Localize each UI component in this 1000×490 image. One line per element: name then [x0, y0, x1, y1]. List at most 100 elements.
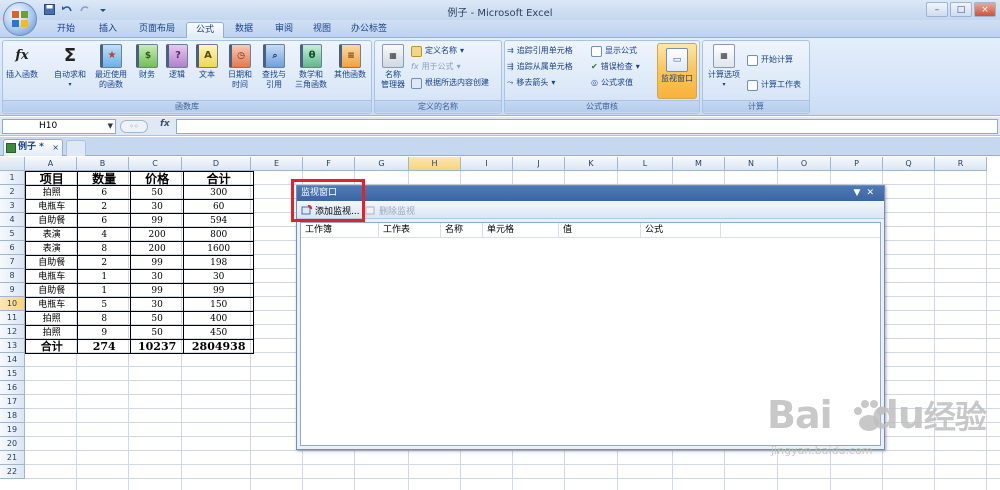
cell[interactable]: 274: [77, 339, 131, 354]
cell[interactable]: 50: [129, 311, 185, 326]
watch-window-button[interactable]: ▭ 监视窗口: [657, 43, 697, 99]
column-header-e[interactable]: E: [251, 157, 303, 171]
name-manager-button[interactable]: ▦ 名称 管理器: [377, 44, 409, 90]
row-header-22[interactable]: 22: [0, 465, 25, 479]
error-checking-button[interactable]: ✔ 错误检查 ▾: [591, 60, 640, 74]
remove-arrows-button[interactable]: ⤳ 移去箭头 ▾: [507, 76, 555, 90]
cell[interactable]: 合计: [24, 339, 79, 354]
row-header-16[interactable]: 16: [0, 381, 25, 395]
cell[interactable]: 400: [183, 311, 254, 326]
row-header-1[interactable]: 1: [0, 171, 25, 185]
cell[interactable]: 50: [129, 325, 185, 340]
close-button[interactable]: ×: [974, 2, 996, 17]
column-header-l[interactable]: L: [618, 157, 673, 171]
row-header-19[interactable]: 19: [0, 423, 25, 437]
cell[interactable]: 99: [129, 213, 185, 228]
row-header-20[interactable]: 20: [0, 437, 25, 451]
cell[interactable]: 合计: [183, 171, 254, 186]
new-tab-button[interactable]: [66, 140, 86, 156]
cell[interactable]: 拍照: [24, 185, 79, 200]
cell[interactable]: 30: [129, 199, 185, 214]
close-icon[interactable]: ✕: [866, 188, 880, 198]
tab-home[interactable]: 开始: [46, 22, 86, 38]
calculation-options-button[interactable]: ▦ 计算选项 ▾: [705, 44, 743, 90]
row-header-18[interactable]: 18: [0, 409, 25, 423]
insert-function-button[interactable]: fx 插入函数: [5, 44, 39, 80]
use-in-formula-button[interactable]: fx 用于公式 ▾: [411, 60, 461, 74]
column-header-d[interactable]: D: [182, 157, 251, 171]
cell[interactable]: 200: [129, 227, 185, 242]
column-header-r[interactable]: R: [935, 157, 987, 171]
row-header-13[interactable]: 13: [0, 339, 25, 353]
cell[interactable]: 150: [183, 297, 254, 312]
column-header-i[interactable]: I: [461, 157, 513, 171]
cell[interactable]: 594: [183, 213, 254, 228]
column-header-q[interactable]: Q: [883, 157, 935, 171]
tab-review[interactable]: 审阅: [266, 22, 302, 38]
cell[interactable]: 项目: [24, 171, 79, 186]
column-header-n[interactable]: N: [725, 157, 778, 171]
row-header-9[interactable]: 9: [0, 283, 25, 297]
recent-functions-button[interactable]: ★ 最近使用 的函数: [91, 44, 131, 90]
row-header-15[interactable]: 15: [0, 367, 25, 381]
dropdown-arrow-icon[interactable]: ▼: [854, 188, 867, 198]
text-button[interactable]: A 文本: [193, 44, 221, 80]
create-from-selection-button[interactable]: 根据所选内容创建: [411, 76, 489, 90]
define-name-button[interactable]: 定义名称 ▾: [411, 44, 464, 58]
row-header-8[interactable]: 8: [0, 269, 25, 283]
evaluate-formula-button[interactable]: ◎ 公式求值: [591, 76, 633, 90]
column-header-k[interactable]: K: [565, 157, 618, 171]
tab-view[interactable]: 视图: [304, 22, 340, 38]
cell[interactable]: 2804938: [183, 339, 254, 354]
cell[interactable]: 450: [183, 325, 254, 340]
cell[interactable]: 60: [183, 199, 254, 214]
formula-input[interactable]: [176, 119, 998, 134]
watch-column-header[interactable]: 名称: [441, 223, 483, 238]
close-tab-icon[interactable]: ×: [52, 140, 59, 155]
column-header-b[interactable]: B: [77, 157, 129, 171]
tab-insert[interactable]: 插入: [88, 22, 128, 38]
cell[interactable]: 200: [129, 241, 185, 256]
row-header-7[interactable]: 7: [0, 255, 25, 269]
cell[interactable]: 自助餐: [24, 213, 79, 228]
tab-data[interactable]: 数据: [226, 22, 262, 38]
cell[interactable]: 800: [183, 227, 254, 242]
cell[interactable]: 5: [77, 297, 131, 312]
watch-column-header[interactable]: 公式: [641, 223, 721, 238]
expand-icon[interactable]: ◦◦: [120, 120, 148, 133]
watch-window-titlebar[interactable]: 监视窗口 ▼✕: [297, 186, 884, 201]
datetime-button[interactable]: ◷ 日期和 时间: [223, 44, 257, 90]
cell[interactable]: 9: [77, 325, 131, 340]
column-header-f[interactable]: F: [303, 157, 355, 171]
tab-formulas[interactable]: 公式: [186, 22, 224, 39]
cell[interactable]: 1: [77, 269, 131, 284]
column-header-c[interactable]: C: [129, 157, 182, 171]
cell[interactable]: 2: [77, 255, 131, 270]
calculate-now-button[interactable]: 开始计算: [747, 53, 793, 67]
cell[interactable]: 300: [183, 185, 254, 200]
cell[interactable]: 8: [77, 311, 131, 326]
cell[interactable]: 数量: [77, 171, 131, 186]
name-box[interactable]: H10 ▼: [2, 119, 116, 134]
delete-watch-button[interactable]: 删除监视: [365, 203, 415, 217]
row-header-12[interactable]: 12: [0, 325, 25, 339]
trace-dependents-button[interactable]: ⇶ 追踪从属单元格: [507, 60, 573, 74]
financial-button[interactable]: $ 财务: [133, 44, 161, 80]
column-header-g[interactable]: G: [355, 157, 409, 171]
watch-column-header[interactable]: 值: [559, 223, 641, 238]
watch-column-header[interactable]: 工作表: [379, 223, 441, 238]
cell[interactable]: 6: [77, 185, 131, 200]
row-header-14[interactable]: 14: [0, 353, 25, 367]
cell[interactable]: 6: [77, 213, 131, 228]
cell[interactable]: 2: [77, 199, 131, 214]
lookup-reference-button[interactable]: ⌕ 查找与 引用: [257, 44, 291, 90]
office-button[interactable]: [3, 2, 37, 36]
row-header-4[interactable]: 4: [0, 213, 25, 227]
cell[interactable]: 拍照: [24, 325, 79, 340]
cell[interactable]: 电瓶车: [24, 297, 79, 312]
cell[interactable]: 1600: [183, 241, 254, 256]
cell[interactable]: 价格: [129, 171, 185, 186]
cell[interactable]: 电瓶车: [24, 199, 79, 214]
watch-column-header[interactable]: 工作簿: [301, 223, 379, 238]
cell[interactable]: 99: [129, 255, 185, 270]
